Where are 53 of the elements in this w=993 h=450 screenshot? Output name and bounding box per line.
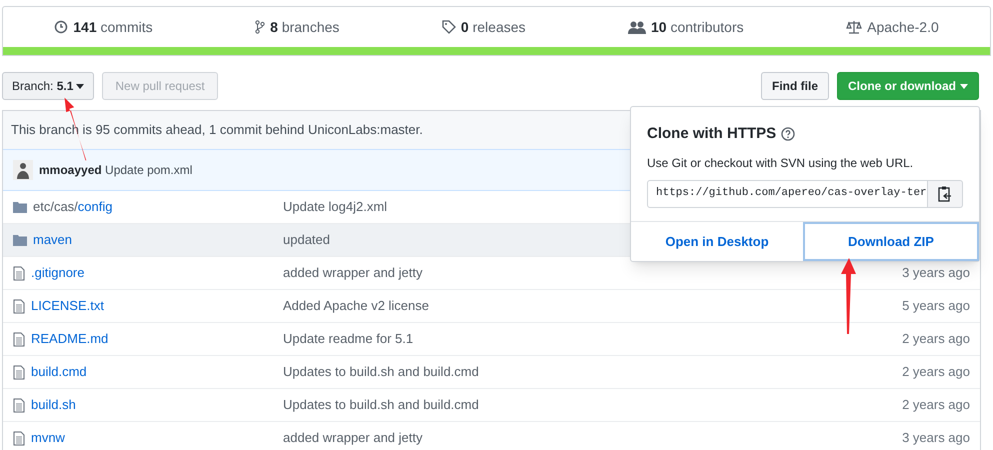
file-link[interactable]: LICENSE.txt <box>31 296 104 316</box>
people-icon <box>628 20 646 34</box>
file-link[interactable]: etc/cas/config <box>33 197 112 217</box>
open-in-desktop-button[interactable]: Open in Desktop <box>631 222 803 261</box>
branch-icon <box>255 20 266 34</box>
commit-message[interactable]: Updates to build.sh and build.cmd <box>283 362 902 382</box>
file-icon <box>13 266 25 280</box>
file-link[interactable]: README.md <box>31 329 108 349</box>
commit-age: 2 years ago <box>902 396 970 414</box>
clone-button[interactable]: Clone or download <box>837 72 979 100</box>
find-file-button[interactable]: Find file <box>761 72 829 100</box>
commit-summary: mmoayyed Update pom.xml <box>39 162 192 179</box>
caret-icon <box>960 84 968 88</box>
avatar-icon <box>13 160 33 180</box>
file-icon <box>13 298 25 314</box>
history-icon <box>54 20 68 34</box>
caret-icon <box>76 84 84 88</box>
stat-link[interactable]: 10 contributors <box>628 16 744 38</box>
download-zip-button[interactable]: Download ZIP <box>803 222 979 261</box>
file-link[interactable]: build.cmd <box>31 362 87 382</box>
file-link[interactable]: build.sh <box>31 395 76 415</box>
file-icon <box>13 398 25 412</box>
file-icon <box>13 332 25 346</box>
clipboard-icon <box>938 186 952 202</box>
branch-button[interactable]: Branch: 5.1 <box>2 72 94 100</box>
stat-link[interactable]: 0 releases <box>442 16 526 38</box>
stat-link[interactable]: Apache-2.0 <box>846 16 939 38</box>
commit-age: 2 years ago <box>902 363 970 382</box>
help-icon[interactable] <box>781 127 796 142</box>
file-link[interactable]: maven <box>33 230 72 250</box>
tag-icon <box>442 20 456 34</box>
commit-message[interactable]: Update readme for 5.1 <box>283 329 902 349</box>
file-link[interactable]: .gitignore <box>31 263 84 283</box>
stat-link[interactable]: 141 commits <box>54 16 153 38</box>
stat-link[interactable]: 8 branches <box>255 16 340 38</box>
url-field[interactable]: https://github.com/apereo/cas-overlay-ter <box>647 180 928 208</box>
commit-age: 5 years ago <box>902 297 970 316</box>
commit-age: 2 years ago <box>902 330 970 348</box>
file-link[interactable]: mvnw <box>31 428 65 448</box>
commit-message[interactable]: added wrapper and jetty <box>283 263 902 283</box>
commit-message[interactable]: added wrapper and jetty <box>283 428 902 448</box>
commit-message[interactable]: Added Apache v2 license <box>283 296 902 316</box>
commit-age: 3 years ago <box>902 429 970 448</box>
commit-message[interactable]: Updates to build.sh and build.cmd <box>283 395 902 415</box>
folder-icon <box>13 201 27 213</box>
commit-age: 3 years ago <box>902 264 970 282</box>
folder-icon <box>13 234 27 246</box>
scale-icon <box>846 20 862 34</box>
file-icon <box>13 364 25 380</box>
file-icon <box>13 430 25 446</box>
popup-description: Use Git or checkout with SVN using the web URL. <box>647 154 914 172</box>
copy-button[interactable] <box>928 180 963 208</box>
popup-title: Clone with HTTPS <box>647 124 776 144</box>
